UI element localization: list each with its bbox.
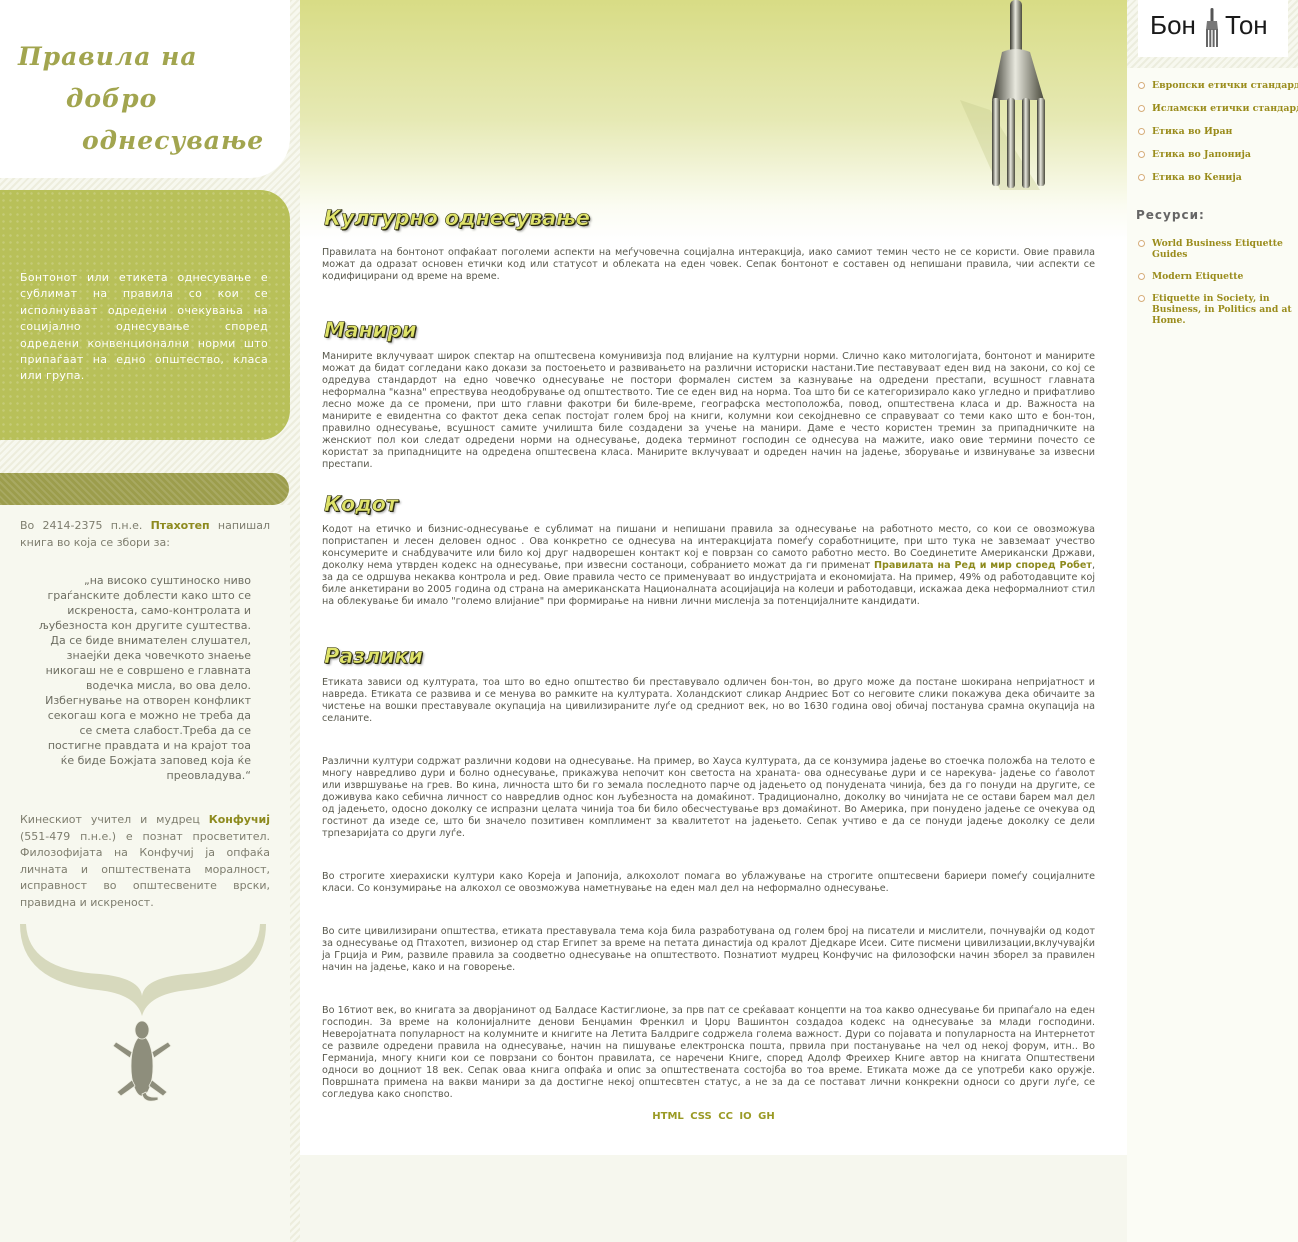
- section-paragraph: Кодот на етичко и бизнис-однесување е су…: [322, 524, 1095, 607]
- fork-icon: [960, 0, 1045, 190]
- site-title-line: добро: [66, 84, 158, 113]
- ethics-link[interactable]: Етика во Иран: [1138, 126, 1298, 149]
- ethics-links: Европски етички стандарди Исламски етичк…: [1138, 80, 1298, 195]
- ethics-link[interactable]: Исламски етички стандарди: [1138, 103, 1298, 126]
- section-title: Кодот: [324, 492, 399, 517]
- bullet-icon: [1138, 174, 1145, 181]
- section-title: Културно однесување: [324, 206, 591, 231]
- site-title: Правила на добро однесување: [18, 36, 264, 162]
- footer-link-cc[interactable]: CC: [718, 1111, 733, 1122]
- ethics-link[interactable]: Етика во Кенија: [1138, 172, 1298, 195]
- site-title-line: однесување: [82, 126, 265, 155]
- history-paragraph: Во 2414-2375 п.н.е. Птахотеп напишал кни…: [20, 519, 270, 549]
- section-paragraph: Различни култури содржат различни кодови…: [322, 756, 1095, 839]
- history-header-bar: [0, 473, 289, 505]
- bullet-icon: [1138, 273, 1145, 280]
- left-column: Правила на добро однесување Бонтонот или…: [0, 0, 300, 1242]
- bullet-icon: [1138, 151, 1145, 158]
- intro-box: Бонтонот или етикета однесување е сублим…: [0, 190, 290, 440]
- history-title: ИСТОРИЈА: [76, 6, 224, 26]
- section-title: Разлики: [324, 644, 424, 669]
- section-paragraph: Манирите вклучуваат широк спектар на опш…: [322, 351, 1095, 470]
- fork-icon: [1206, 8, 1218, 47]
- logo[interactable]: Бон Тон: [1138, 0, 1288, 57]
- ptahhotep-link[interactable]: Птахотеп: [151, 519, 210, 532]
- ornament-lizard-icon: [20, 924, 266, 1102]
- section-paragraph: Правилата на бонтонот опфаќаат поголеми …: [322, 247, 1095, 282]
- logo-right: Тон: [1225, 10, 1268, 40]
- ethics-link[interactable]: Етика во Јапонија: [1138, 149, 1298, 172]
- section-paragraph: Етиката зависи од културата, тоа што во …: [322, 677, 1095, 724]
- intro-text: Бонтонот или етикета однесување е сублим…: [20, 271, 268, 383]
- bullet-icon: [1138, 295, 1145, 302]
- history-paragraph: Кинескиот учител и мудрец Конфучиј (551-…: [20, 813, 270, 909]
- footer-link-css[interactable]: CSS: [690, 1111, 711, 1122]
- footer-link-io[interactable]: IO: [739, 1111, 751, 1122]
- logo-left: Бон: [1150, 10, 1196, 40]
- resource-links: World Business Etiquette Guides Modern E…: [1138, 238, 1298, 337]
- section-paragraph: Во сите цивилизирани општества, етиката …: [322, 926, 1095, 973]
- bullet-icon: [1138, 82, 1145, 89]
- site-title-line: Правила на: [18, 42, 198, 71]
- history-quote: „на високо суштиноско ниво граѓанските д…: [38, 574, 251, 782]
- resource-link[interactable]: Modern Etiquette: [1138, 271, 1298, 282]
- confucius-link[interactable]: Конфучиј: [209, 813, 270, 826]
- resource-link[interactable]: World Business Etiquette Guides: [1138, 238, 1298, 260]
- section-paragraph: Во 16тиот век, во книгата за дворјанинот…: [322, 1005, 1095, 1100]
- robert-rules-link[interactable]: Правилата на Ред и мир според Робет: [874, 560, 1092, 571]
- footer-links: HTML CSS CC IO GH: [300, 1111, 1127, 1122]
- main-content: Културно однесување Правилата на бонтоно…: [300, 0, 1127, 1155]
- bullet-icon: [1138, 105, 1145, 112]
- resource-link[interactable]: Etiquette in Society, in Business, in Po…: [1138, 293, 1298, 326]
- bullet-icon: [1138, 240, 1145, 247]
- resources-title: Ресурси:: [1136, 208, 1205, 222]
- footer-link-html[interactable]: HTML: [652, 1111, 684, 1122]
- footer-link-gh[interactable]: GH: [758, 1111, 775, 1122]
- right-sidebar: Бон Тон Европски етички стандарди Исламс…: [1127, 0, 1298, 1242]
- bullet-icon: [1138, 128, 1145, 135]
- section-title: Манири: [324, 318, 417, 343]
- ethics-link[interactable]: Европски етички стандарди: [1138, 80, 1298, 103]
- section-paragraph: Во строгите хиерахиски култури како Коре…: [322, 871, 1095, 894]
